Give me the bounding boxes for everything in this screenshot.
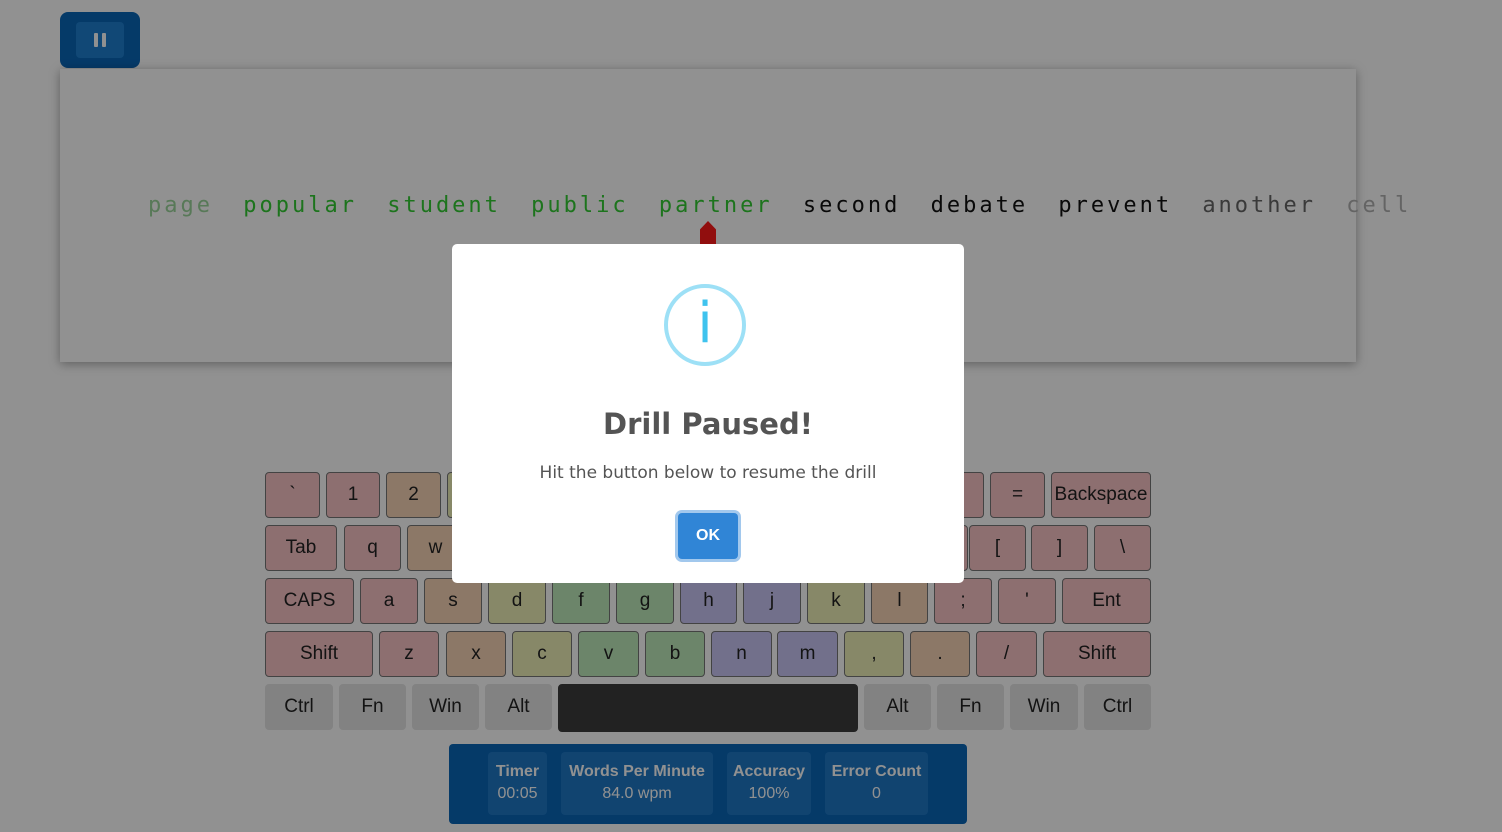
dialog-title: Drill Paused! <box>603 407 813 441</box>
info-icon-glyph: i <box>697 291 713 356</box>
ok-button[interactable]: OK <box>678 513 738 559</box>
pause-dialog: i Drill Paused! Hit the button below to … <box>452 244 964 583</box>
info-icon: i <box>664 284 746 366</box>
dialog-message: Hit the button below to resume the drill <box>539 463 877 483</box>
